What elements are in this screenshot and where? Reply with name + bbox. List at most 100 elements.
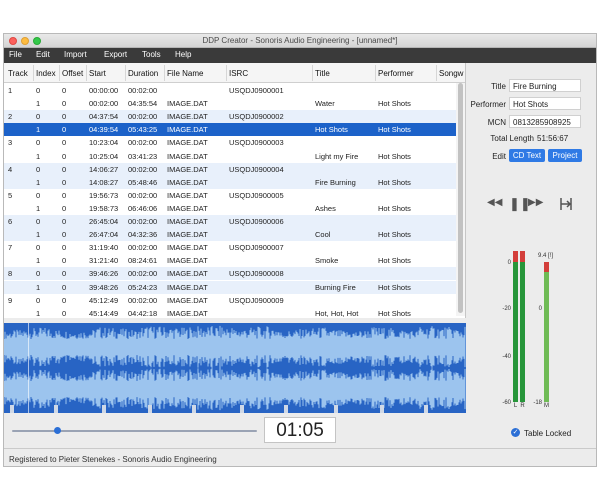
rewind-icon[interactable]: ◀◀ [487,197,502,208]
menu-export[interactable]: Export [104,50,127,59]
col-file-name[interactable]: File Name [167,69,203,78]
table-row[interactable]: 7 0 0 31:19:40 00:02:00 IMAGE.DAT USQDJ0900007 [4,241,456,254]
cell-isrc: USQDJ0900008 [229,269,284,279]
menu-file[interactable]: File [9,50,22,59]
col-duration[interactable]: Duration [128,69,158,78]
forward-icon[interactable]: ▶▶ [528,197,543,208]
meter-m-scale-0: 0 [538,306,542,312]
col-index[interactable]: Index [36,69,56,78]
table-row[interactable]: 1 0 19:58:73 06:46:06 IMAGE.DAT Ashes Hot Shot… [4,202,456,215]
col-isrc[interactable]: ISRC [229,69,248,78]
cell-start: 19:56:73 [89,190,119,200]
cell-index: 0 [36,138,41,148]
cell-start: 14:08:27 [89,177,119,187]
table-row[interactable]: 1 0 45:14:49 04:42:18 IMAGE.DAT Hot, Hot, Hot… [4,307,456,318]
cell-duration: 04:35:54 [128,99,158,109]
cell-performer: Hot Shots [378,282,411,292]
cell-duration: 03:41:23 [128,151,158,161]
table-row[interactable]: 1 0 00:02:00 04:35:54 IMAGE.DAT Water Hot Shot… [4,97,456,110]
cell-start: 00:02:00 [89,99,119,109]
cell-track: 4 [8,164,13,174]
performer-field[interactable]: Hot Shots [509,97,581,110]
col-start[interactable]: Start [89,69,106,78]
table-row[interactable]: 8 0 0 39:46:26 00:02:00 IMAGE.DAT USQDJ0900008 [4,267,456,281]
track-marker [240,405,244,413]
channel-l-label: L [513,403,518,409]
menu-tools[interactable]: Tools [142,50,161,59]
title-label: Title [491,82,506,91]
cell-index: 0 [36,190,41,200]
table-locked-label[interactable]: Table Locked [524,429,571,438]
edit-label: Edit [492,152,506,161]
waveform-view[interactable] [4,323,466,413]
cell-isrc: USQDJ0900001 [229,86,284,95]
cell-start: 45:12:49 [89,295,119,305]
table-row[interactable]: 1 0 10:25:04 03:41:23 IMAGE.DAT Light my Fire… [4,150,456,163]
menu-help[interactable]: Help [175,50,191,59]
cell-title: Water [315,99,335,109]
col-track[interactable]: Track [8,69,28,78]
status-bar: Registered to Pieter Stenekes - Sonoris … [4,448,596,466]
cell-performer: Hot Shots [378,125,411,135]
loop-icon[interactable] [558,196,574,212]
cell-duration: 00:02:00 [128,295,158,305]
cell-start: 31:21:40 [89,256,119,266]
track-marker [334,405,338,413]
cell-index: 1 [36,256,41,266]
col-title[interactable]: Title [315,69,330,78]
cell-isrc: USQDJ0900004 [229,164,284,174]
cell-index: 1 [36,99,41,109]
table-row[interactable]: 1 0 04:39:54 05:43:25 IMAGE.DAT Hot Shots Hot … [4,123,456,137]
cell-title: Hot Shots [315,125,348,135]
meter-r [520,262,525,402]
meter-scale-40: -40 [502,354,511,360]
table-row[interactable]: 1 0 14:08:27 05:48:46 IMAGE.DAT Fire Burning H… [4,175,456,189]
cell-start: 04:37:54 [89,112,119,122]
cell-isrc: USQDJ0900009 [229,295,284,305]
track-marker [284,405,288,413]
table-row[interactable]: 5 0 0 19:56:73 00:02:00 IMAGE.DAT USQDJ0900005 [4,189,456,202]
table-row[interactable]: 3 0 0 10:23:04 00:02:00 IMAGE.DAT USQDJ0900003 [4,136,456,149]
cell-file-name: IMAGE.DAT [167,177,208,187]
meter-m-scale-18: -18 [533,400,542,406]
mcn-field[interactable]: 0813285908925 [509,115,581,128]
track-marker [424,405,428,413]
cell-start: 19:58:73 [89,203,119,213]
cell-file-name: IMAGE.DAT [167,99,208,109]
mcn-label: MCN [487,118,506,127]
cell-track: 6 [8,217,13,226]
cd-text-button[interactable]: CD Text [509,149,545,162]
table-row[interactable]: 1 0 26:47:04 04:32:36 IMAGE.DAT Cool Hot Shots [4,228,456,242]
cell-isrc: USQDJ0900007 [229,243,284,253]
cell-start: 31:19:40 [89,243,119,253]
cell-offset: 0 [62,282,67,292]
cell-offset: 0 [62,164,67,174]
cell-file-name: IMAGE.DAT [167,217,208,226]
menu-edit[interactable]: Edit [36,50,50,59]
cell-file-name: IMAGE.DAT [167,151,208,161]
track-table[interactable]: Track Index Offset Start Duration File N… [4,63,466,318]
table-row[interactable]: 2 0 0 04:37:54 00:02:00 IMAGE.DAT USQDJ0900002 [4,110,456,124]
position-slider-knob[interactable] [54,427,61,434]
cell-track: 3 [8,138,13,148]
table-row[interactable]: 4 0 0 14:06:27 00:02:00 IMAGE.DAT USQDJ0900004 [4,162,456,176]
menu-import[interactable]: Import [64,50,87,59]
waveform-graphic[interactable] [4,323,466,413]
table-row[interactable]: 9 0 0 45:12:49 00:02:00 IMAGE.DAT USQDJ0900009 [4,294,456,307]
table-row[interactable]: 1 0 0 00:00:00 00:02:00 USQDJ0900001 [4,84,456,97]
table-row[interactable]: 1 0 31:21:40 08:24:61 IMAGE.DAT Smoke Hot Shot… [4,254,456,267]
table-locked-checkbox[interactable]: ✓ [511,428,520,437]
track-marker [380,405,384,413]
col-offset[interactable]: Offset [62,69,83,78]
table-row[interactable]: 1 0 39:48:26 05:24:23 IMAGE.DAT Burning Fire H… [4,280,456,294]
title-field[interactable]: Fire Burning [509,79,581,92]
col-songwriter[interactable]: Songw [439,69,463,78]
title-bar[interactable]: DDP Creator - Sonoris Audio Engineering … [4,34,596,48]
cell-offset: 0 [62,295,67,305]
col-performer[interactable]: Performer [378,69,414,78]
cell-isrc: USQDJ0900005 [229,190,284,200]
cell-offset: 0 [62,151,67,161]
project-button[interactable]: Project [548,149,582,162]
position-slider[interactable] [12,430,257,432]
table-row[interactable]: 6 0 0 26:45:04 00:02:00 IMAGE.DAT USQDJ0900006 [4,215,456,228]
